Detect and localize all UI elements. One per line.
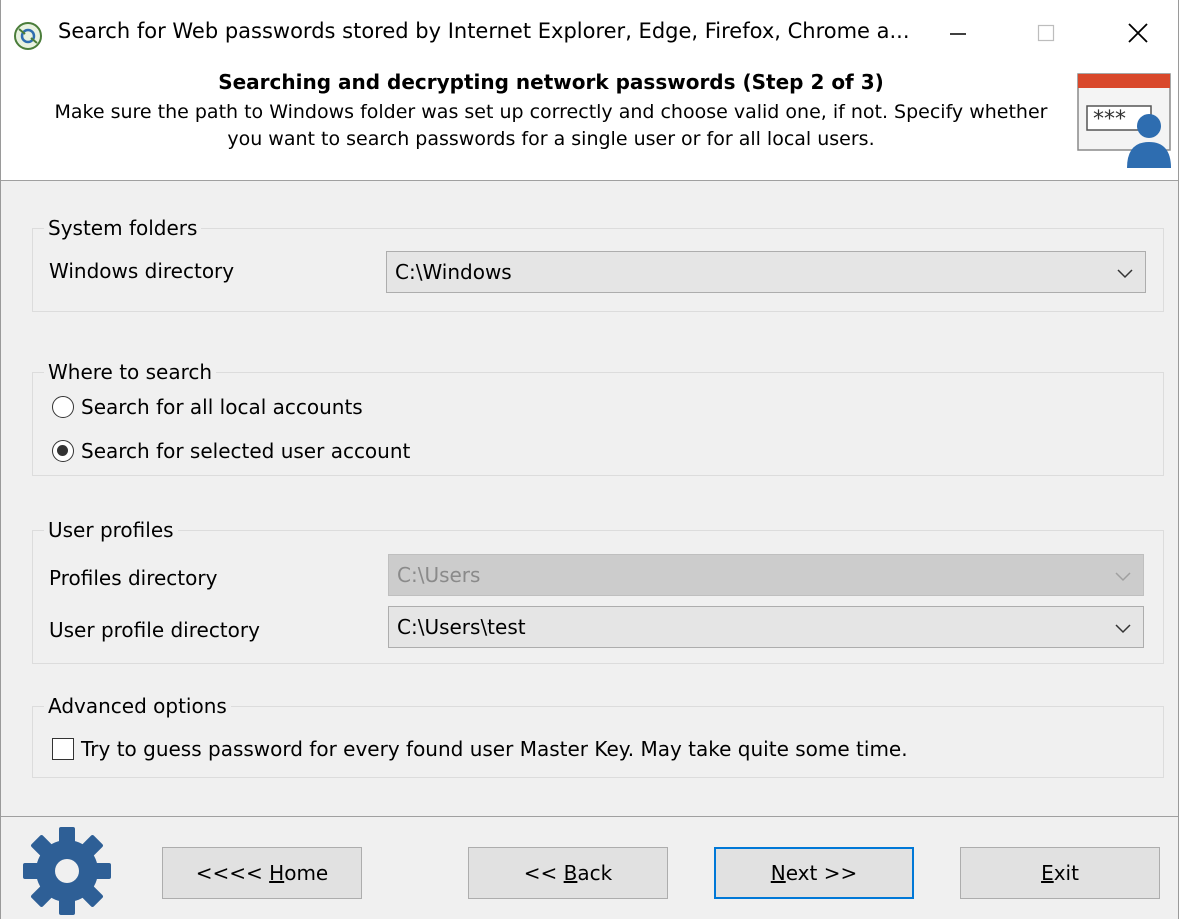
guess-password-label: Try to guess password for every found us… [81,737,908,761]
close-icon [1128,23,1148,43]
next-button-rest: ext >> [785,861,858,885]
user-profile-directory-dropdown[interactable]: C:\Users\test [388,606,1144,648]
home-button[interactable]: <<<< Home [162,847,362,899]
maximize-button[interactable] [1019,10,1073,56]
bottom-separator [1,816,1178,817]
wizard-header: Searching and decrypting network passwor… [1,66,1178,181]
back-button-key: B [563,861,578,885]
minimize-icon [950,33,966,35]
gear-icon [23,827,111,915]
password-user-icon: *** [1077,73,1171,168]
title-bar: Search for Web passwords stored by Inter… [1,0,1178,66]
exit-button-rest: xit [1053,861,1079,885]
guess-password-checkbox[interactable] [52,738,74,760]
exit-button[interactable]: Exit [960,847,1160,899]
windows-directory-value: C:\Windows [395,260,512,284]
next-button-key: N [770,861,786,885]
system-folders-label: System folders [44,216,202,240]
user-profiles-label: User profiles [44,518,178,542]
radio-selected-account[interactable]: Search for selected user account [51,438,451,466]
step-description-line2: you want to search passwords for a singl… [227,128,875,150]
step-description: Make sure the path to Windows folder was… [31,99,1071,153]
profiles-directory-dropdown: C:\Users [388,554,1144,596]
window-title: Search for Web passwords stored by Inter… [58,19,910,43]
back-button-prefix: << [523,861,564,885]
profiles-directory-label: Profiles directory [49,566,218,590]
wizard-window: Search for Web passwords stored by Inter… [0,0,1179,919]
maximize-icon [1037,24,1055,42]
app-icon [14,22,42,50]
radio-all-accounts[interactable]: Search for all local accounts [51,394,451,422]
windows-directory-dropdown[interactable]: C:\Windows [386,251,1146,293]
user-profile-directory-label: User profile directory [49,618,260,642]
profiles-directory-value: C:\Users [397,563,481,587]
radio-circle[interactable] [52,396,74,418]
next-button[interactable]: Next >> [714,847,914,899]
step-title: Searching and decrypting network passwor… [218,70,884,94]
where-to-search-label: Where to search [44,360,217,384]
windows-directory-label: Windows directory [49,259,235,283]
user-profile-directory-value: C:\Users\test [397,615,526,639]
home-button-key: H [269,861,285,885]
step-description-line1: Make sure the path to Windows folder was… [54,101,1048,123]
minimize-button[interactable] [931,10,985,56]
advanced-options-label: Advanced options [44,694,231,718]
close-button[interactable] [1111,10,1165,56]
chevron-down-icon [1115,572,1131,582]
back-button-rest: ack [577,861,613,885]
radio-selected-dot [57,445,68,456]
svg-text:***: *** [1093,107,1126,132]
home-button-prefix: <<<< [195,861,270,885]
exit-button-key: E [1041,861,1054,885]
radio-selected-account-label: Search for selected user account [81,439,411,463]
radio-circle[interactable] [52,440,74,462]
chevron-down-icon [1115,624,1131,634]
chevron-down-icon [1117,269,1133,279]
radio-all-accounts-label: Search for all local accounts [81,395,363,419]
back-button[interactable]: << Back [468,847,668,899]
guess-password-checkbox-row[interactable]: Try to guess password for every found us… [51,736,931,764]
home-button-rest: ome [284,861,329,885]
